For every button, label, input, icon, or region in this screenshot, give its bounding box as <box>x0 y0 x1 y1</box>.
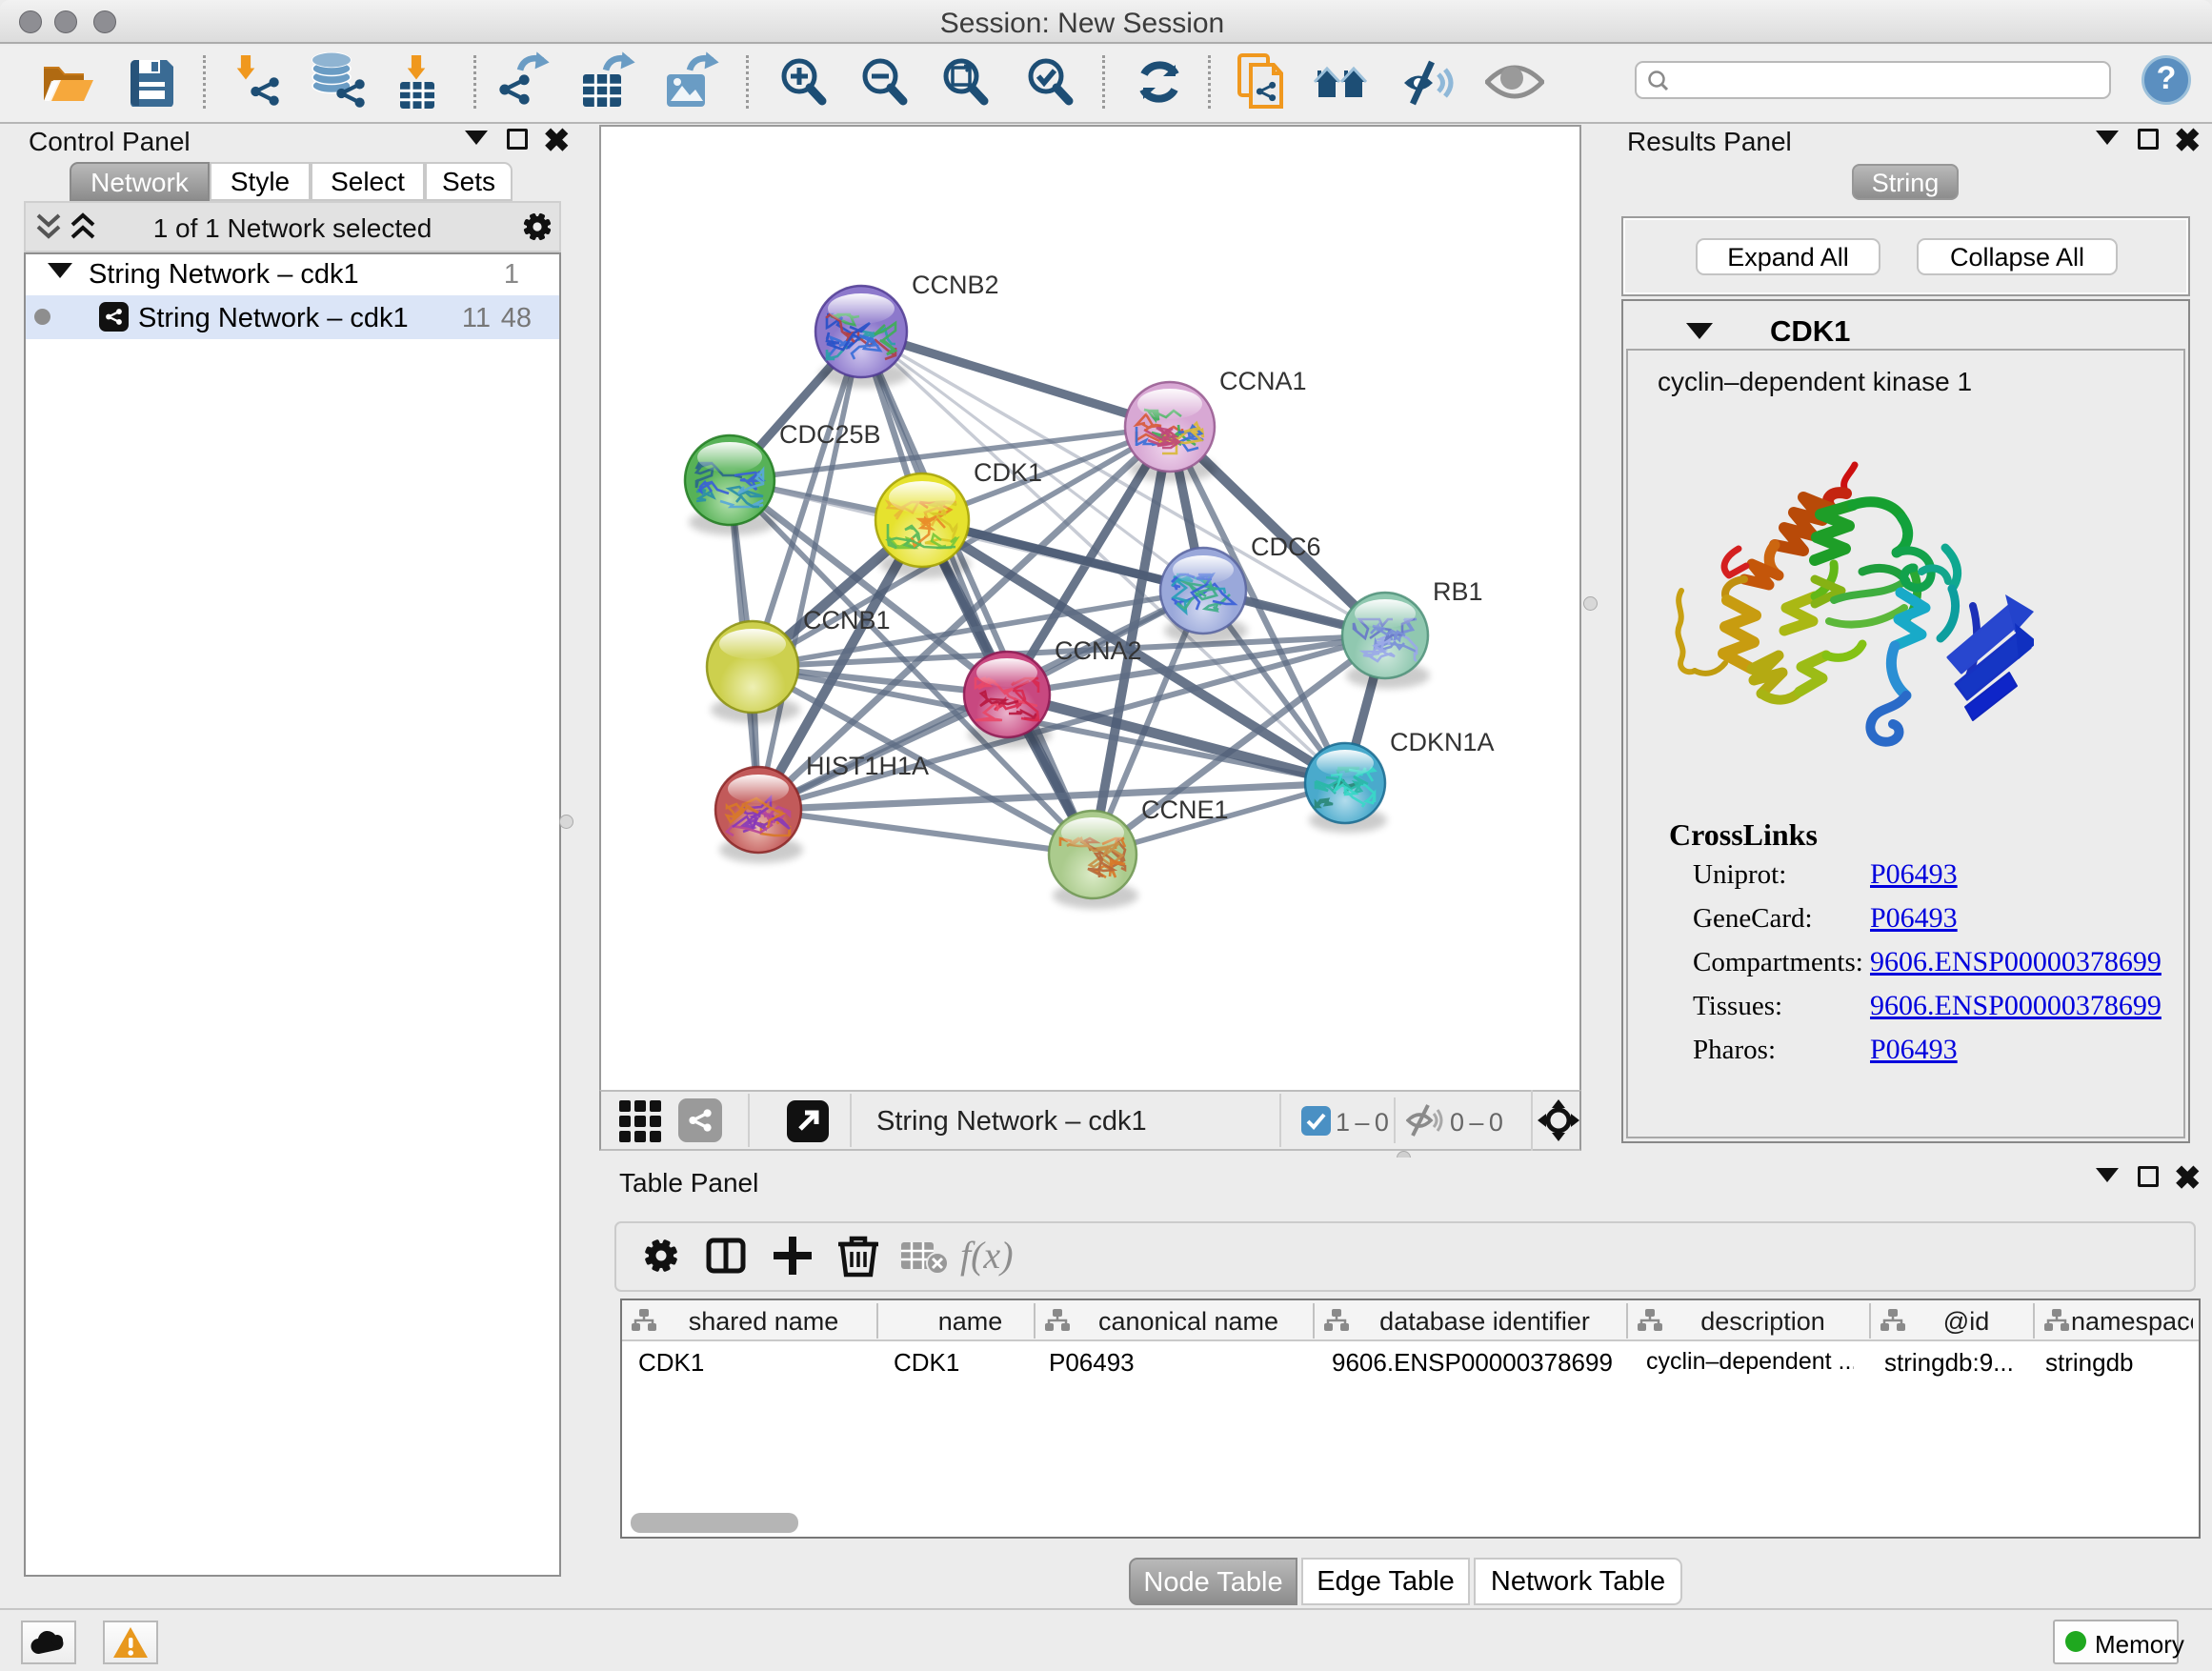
svg-text:CCNE1: CCNE1 <box>1141 795 1229 824</box>
svg-text:CDK1: CDK1 <box>974 458 1042 487</box>
svg-text:CDC6: CDC6 <box>1251 533 1321 561</box>
svg-text:CDC25B: CDC25B <box>779 420 881 449</box>
svg-text:RB1: RB1 <box>1433 577 1483 606</box>
svg-text:CCNB1: CCNB1 <box>803 606 891 634</box>
svg-text:CCNA1: CCNA1 <box>1219 367 1307 395</box>
svg-text:HIST1H1A: HIST1H1A <box>806 752 929 780</box>
svg-text:CCNA2: CCNA2 <box>1055 636 1142 665</box>
svg-text:CCNB2: CCNB2 <box>912 271 999 299</box>
svg-text:CDKN1A: CDKN1A <box>1390 728 1495 756</box>
